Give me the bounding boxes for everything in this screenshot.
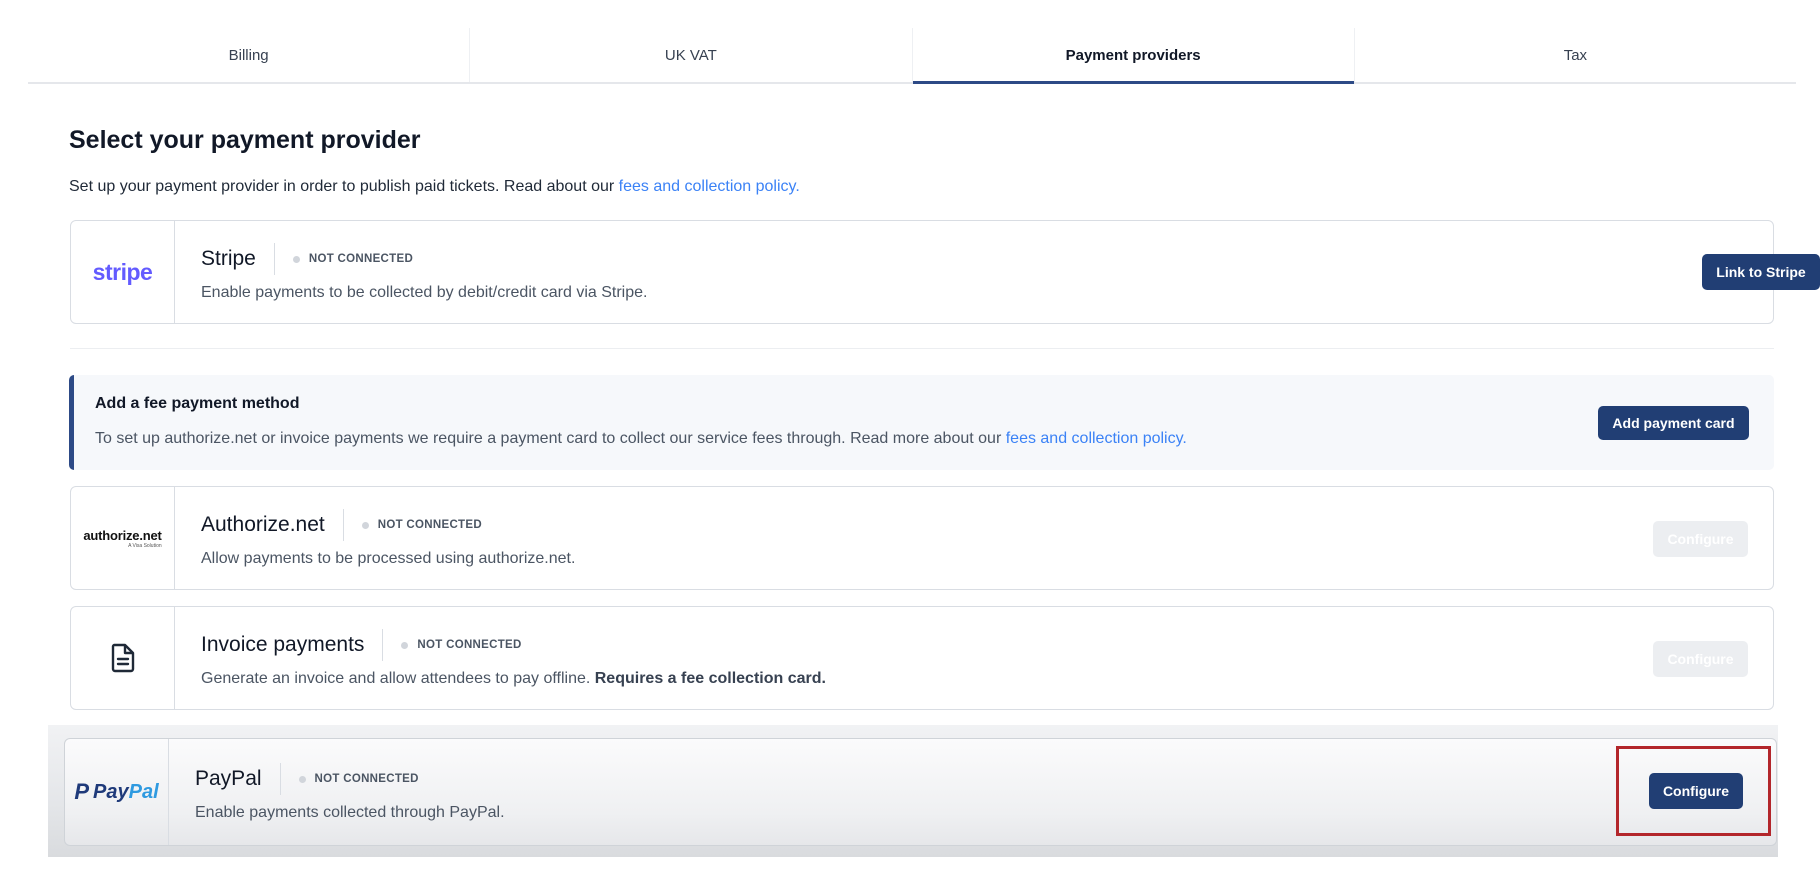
stripe-name: Stripe [201, 247, 256, 270]
status-dot-icon [292, 255, 300, 263]
divider [382, 629, 384, 661]
authorize-description: Allow payments to be processed using aut… [201, 550, 576, 567]
divider [342, 509, 344, 541]
tab-tax[interactable]: Tax [1353, 28, 1796, 82]
link-to-stripe-button[interactable]: Link to Stripe [1702, 254, 1820, 290]
fee-banner-policy-link[interactable]: fees and collection policy. [1006, 430, 1187, 447]
status-dot-icon [401, 641, 409, 649]
invoice-description-text: Generate an invoice and allow attendees … [201, 670, 595, 687]
paypal-logo-mark: P Pay Pal [74, 779, 158, 805]
paypal-status-text: NOT CONNECTED [314, 773, 419, 785]
invoice-status-text: NOT CONNECTED [417, 639, 522, 651]
paypal-description: Enable payments collected through PayPal… [195, 804, 505, 821]
stripe-status-badge: NOT CONNECTED [292, 253, 414, 265]
invoice-requirement-note: Requires a fee collection card. [594, 670, 826, 687]
authorize-logo-text: authorize.net [83, 527, 162, 543]
authorize-configure-button[interactable]: Configure [1653, 521, 1748, 557]
highlight-box [1616, 746, 1771, 836]
authorize-status-badge: NOT CONNECTED [361, 519, 482, 531]
divider [279, 763, 281, 795]
invoice-provider-card: Invoice payments NOT CONNECTED Generate … [70, 606, 1774, 710]
stripe-description: Enable payments to be collected by debit… [201, 284, 648, 301]
authorize-status-text: NOT CONNECTED [377, 519, 482, 531]
paypal-status-badge: NOT CONNECTED [298, 773, 419, 785]
paypal-p-icon: P [74, 779, 90, 804]
authorize-net-logo: authorize.net A Visa Solution [71, 487, 175, 589]
tab-payment-providers[interactable]: Payment providers [911, 28, 1355, 84]
fees-policy-link[interactable]: fees and collection policy. [619, 178, 800, 195]
page-subtitle: Set up your payment provider in order to… [69, 178, 800, 196]
authorize-name: Authorize.net [201, 513, 325, 536]
fee-payment-method-banner: Add a fee payment method To set up autho… [69, 375, 1774, 470]
add-payment-card-button[interactable]: Add payment card [1598, 406, 1749, 440]
paypal-logo-pay: Pay [93, 780, 129, 803]
invoice-configure-button[interactable]: Configure [1653, 641, 1748, 677]
stripe-status-text: NOT CONNECTED [308, 253, 414, 265]
subtitle-text: Set up your payment provider in order to… [69, 178, 619, 195]
stripe-provider-card: stripe Stripe NOT CONNECTED Enable payme… [70, 220, 1820, 324]
authorize-provider-card: authorize.net A Visa Solution Authorize.… [70, 486, 1774, 590]
paypal-name: PayPal [195, 767, 262, 790]
fee-banner-body: To set up authorize.net or invoice payme… [95, 430, 1006, 447]
paypal-logo: P Pay Pal [65, 739, 169, 845]
section-divider [70, 348, 1774, 349]
status-dot-icon [298, 775, 306, 783]
authorize-logo-tagline: A Visa Solution [128, 542, 162, 549]
invoice-logo [71, 607, 175, 709]
page-title: Select your payment provider [69, 126, 421, 154]
tab-bar: Billing UK VAT Payment providers Tax [28, 28, 1796, 84]
paypal-logo-pal: Pal [128, 780, 159, 803]
invoice-name: Invoice payments [201, 633, 365, 656]
paypal-provider-card: P Pay Pal PayPal NOT CONNECTED Enable paym… [64, 738, 1777, 846]
fee-banner-title: Add a fee payment method [95, 395, 300, 412]
divider [273, 243, 275, 275]
invoice-description: Generate an invoice and allow attendees … [201, 670, 1773, 688]
stripe-logo: stripe [71, 221, 175, 323]
fee-banner-text: To set up authorize.net or invoice payme… [95, 430, 1187, 448]
document-icon [111, 643, 134, 673]
tab-uk-vat[interactable]: UK VAT [469, 28, 911, 82]
stripe-logo-text: stripe [92, 258, 153, 285]
status-dot-icon [361, 521, 369, 529]
invoice-status-badge: NOT CONNECTED [401, 639, 521, 651]
tab-billing[interactable]: Billing [28, 28, 469, 82]
